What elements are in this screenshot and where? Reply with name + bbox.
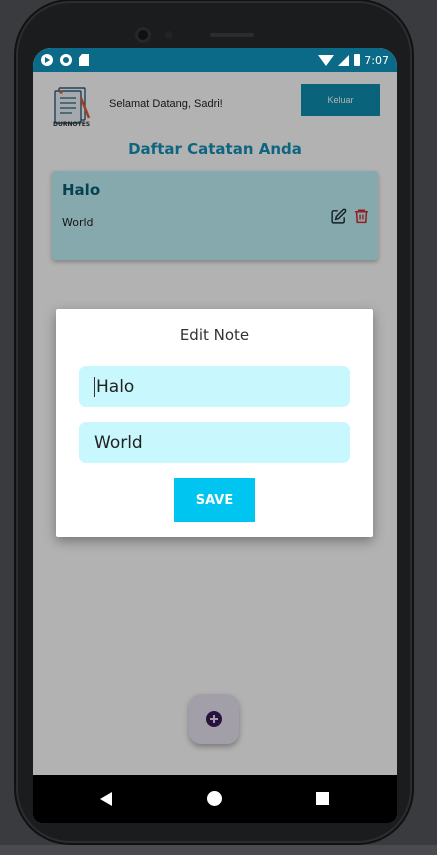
sd-card-icon (79, 54, 89, 66)
desktop-strip (0, 845, 437, 855)
note-body-input[interactable]: World (79, 422, 350, 463)
front-camera (135, 27, 151, 43)
save-button[interactable]: SAVE (174, 478, 255, 522)
dialog-title: Edit Note (179, 326, 250, 344)
battery-icon (354, 54, 361, 66)
note-title-input[interactable]: Halo (79, 366, 350, 407)
wifi-icon (318, 54, 335, 66)
record-icon (60, 54, 72, 66)
home-icon[interactable] (207, 791, 222, 806)
proximity-sensor (165, 31, 173, 39)
earpiece-speaker (210, 33, 254, 37)
signal-icon (338, 54, 350, 66)
back-icon[interactable] (100, 792, 112, 806)
edit-note-dialog: Edit Note Halo World SAVE (56, 309, 373, 537)
status-time: 7:07 (364, 53, 389, 67)
status-bar: 7:07 (33, 48, 397, 72)
play-icon (41, 54, 53, 66)
note-title-input-value: Halo (96, 376, 135, 397)
text-cursor (94, 376, 95, 397)
navigation-bar (33, 775, 397, 823)
phone-screen: 7:07 DURNOTES Selamat Datang, Sadri! Kel… (33, 48, 397, 823)
recents-icon[interactable] (316, 792, 329, 805)
status-bar-right: 7:07 (318, 54, 389, 67)
note-body-input-value: World (94, 432, 143, 453)
